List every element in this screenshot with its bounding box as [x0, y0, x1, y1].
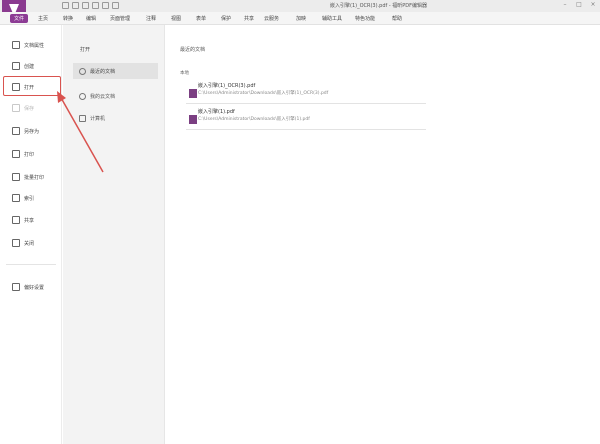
open-option-label: 最近的文档 — [90, 68, 116, 75]
menu-item-14[interactable]: 帮助 — [392, 15, 402, 22]
recent-documents-title: 最近的文档 — [180, 47, 206, 53]
share-icon — [12, 216, 20, 224]
open-option-clock[interactable]: 最近的文档 — [73, 63, 158, 79]
menu-item-1[interactable]: 主页 — [38, 15, 48, 22]
file-path: C:\Users\Administrator\Downloads\嵌入引擎(1)… — [198, 117, 310, 122]
menu-item-10[interactable]: 云服务 — [264, 15, 279, 22]
new-file-icon[interactable] — [62, 2, 69, 9]
open-panel-header: 打开 — [80, 47, 91, 53]
sidebar-item-index[interactable]: 索引 — [12, 193, 34, 203]
close-window-icon[interactable]: × — [590, 2, 596, 8]
sidebar-divider — [6, 264, 56, 265]
pdf-file-icon — [189, 89, 197, 98]
sidebar-item-create[interactable]: 创建 — [12, 61, 34, 71]
sidebar-item-save-as[interactable]: 另存为 — [12, 126, 39, 136]
sidebar-item-share[interactable]: 共享 — [12, 215, 34, 225]
open-file-icon[interactable] — [72, 2, 79, 9]
open-option-label: 计算机 — [90, 115, 106, 122]
document-properties-icon — [12, 41, 20, 49]
menu-item-2[interactable]: 转换 — [63, 15, 73, 22]
menu-item-7[interactable]: 表单 — [196, 15, 206, 22]
print-icon[interactable] — [92, 2, 99, 9]
sidebar-item-label: 保存 — [24, 105, 35, 112]
recent-file-row[interactable]: 嵌入引擎(1)_OCR(3).pdf C:\Users\Administrator… — [186, 80, 426, 104]
sidebar-item-label: 文档属性 — [24, 42, 45, 49]
title-bar: 嵌入引擎(1)_OCR(3).pdf - 福昕PDF编辑器 – □ × — [0, 0, 600, 12]
file-name: 嵌入引擎(1).pdf — [198, 109, 235, 115]
menu-item-9[interactable]: 共享 — [244, 15, 254, 22]
file-name: 嵌入引擎(1)_OCR(3).pdf — [198, 83, 256, 89]
menu-item-6[interactable]: 视图 — [171, 15, 181, 22]
quick-access-toolbar — [62, 2, 119, 10]
file-path: C:\Users\Administrator\Downloads\嵌入引擎(1)… — [198, 91, 329, 96]
cloud-icon — [79, 92, 86, 100]
sidebar-item-label: 索引 — [24, 195, 35, 202]
batch-print-icon — [12, 173, 20, 181]
open-highlight-box — [3, 76, 61, 96]
print-icon — [12, 150, 20, 158]
sidebar-item-label: 打印 — [24, 151, 35, 158]
open-option-computer[interactable]: 计算机 — [73, 110, 158, 126]
menu-item-8[interactable]: 保护 — [221, 15, 231, 22]
computer-icon — [79, 114, 86, 122]
create-icon — [12, 62, 20, 70]
redo-icon[interactable] — [112, 2, 119, 9]
undo-icon[interactable] — [102, 2, 109, 9]
menu-item-5[interactable]: 注释 — [146, 15, 156, 22]
sidebar-item-save: 保存 — [12, 103, 34, 113]
sidebar-item-preferences[interactable]: 偏好设置 — [12, 282, 44, 292]
menu-item-0[interactable]: 文件 — [10, 14, 29, 23]
window-controls: – □ × — [562, 2, 596, 8]
sidebar-item-label: 批量打印 — [24, 174, 45, 181]
recent-file-row[interactable]: 嵌入引擎(1).pdf C:\Users\Administrator\Downlo… — [186, 106, 426, 130]
preferences-icon — [12, 283, 20, 291]
maximize-icon[interactable]: □ — [576, 2, 582, 8]
window-title: 嵌入引擎(1)_OCR(3).pdf - 福昕PDF编辑器 — [330, 3, 427, 9]
sidebar-item-batch-print[interactable]: 批量打印 — [12, 172, 44, 182]
open-option-cloud[interactable]: 我的云文档 — [73, 88, 158, 104]
menu-item-11[interactable]: 加映 — [296, 15, 306, 22]
menu-item-4[interactable]: 页面管理 — [110, 15, 130, 22]
sidebar-item-document-properties[interactable]: 文档属性 — [12, 40, 44, 50]
sidebar-item-label: 偏好设置 — [24, 284, 45, 291]
clock-icon — [79, 67, 86, 75]
index-icon — [12, 194, 20, 202]
sidebar-item-print[interactable]: 打印 — [12, 149, 34, 159]
save-icon[interactable] — [82, 2, 89, 9]
sidebar-item-label: 另存为 — [24, 128, 40, 135]
save-icon — [12, 104, 20, 112]
sidebar-item-label: 关闭 — [24, 240, 35, 247]
menu-item-12[interactable]: 辅助工具 — [322, 15, 342, 22]
local-section-label: 本地 — [180, 71, 189, 76]
menu-item-13[interactable]: 特色功能 — [355, 15, 375, 22]
save-as-icon — [12, 127, 20, 135]
menu-item-3[interactable]: 编辑 — [86, 15, 96, 22]
sidebar-item-label: 创建 — [24, 63, 35, 70]
minimize-icon[interactable]: – — [562, 2, 568, 8]
sidebar-item-close[interactable]: 关闭 — [12, 238, 34, 248]
open-option-label: 我的云文档 — [90, 93, 116, 100]
sidebar-item-label: 共享 — [24, 217, 35, 224]
menu-bar: 文件 主页 转换 编辑 页面管理 注释 视图 表单 保护 共享 云服务 加映 辅助工具 特色功能 帮助 — [0, 12, 600, 25]
pdf-file-icon — [189, 115, 197, 124]
close-icon — [12, 239, 20, 247]
